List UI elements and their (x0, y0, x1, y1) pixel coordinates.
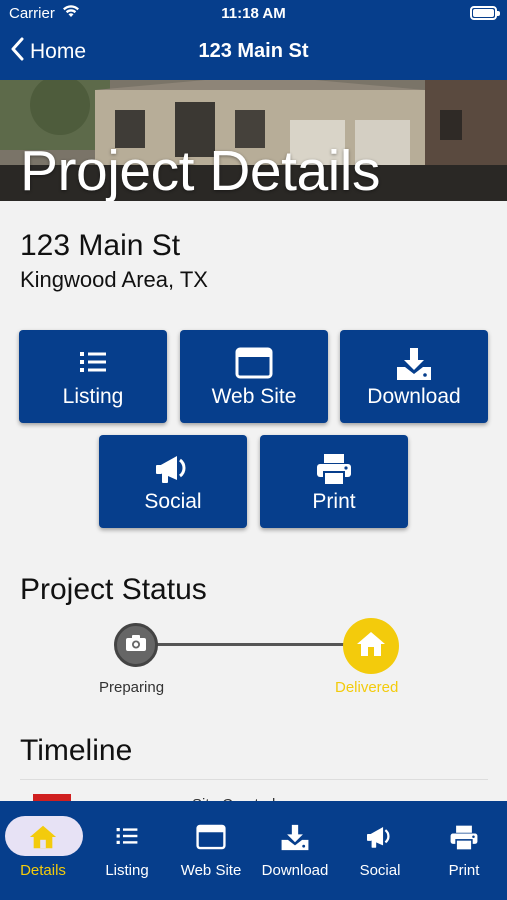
megaphone-icon (99, 452, 247, 486)
listing-label: Listing (62, 385, 124, 408)
megaphone-icon (338, 824, 422, 852)
tab-print-label: Print (448, 862, 480, 879)
download-icon (253, 824, 337, 852)
tab-listing[interactable]: Listing (85, 801, 169, 891)
web-site-label: Web Site (211, 385, 297, 408)
address-line-1: 123 Main St (20, 229, 181, 262)
tab-web-site[interactable]: Web Site (169, 801, 253, 891)
printer-icon (260, 452, 408, 486)
nav-title: 123 Main St (198, 40, 309, 62)
tab-download[interactable]: Download (253, 801, 337, 891)
list-icon (19, 347, 167, 381)
print-label: Print (312, 490, 356, 513)
social-button[interactable]: Social (99, 435, 247, 528)
tab-web-site-label: Web Site (180, 862, 242, 879)
status-track (136, 643, 372, 646)
status-label-delivered: Delivered (335, 679, 399, 696)
address-line-2: Kingwood Area, TX (20, 267, 208, 292)
battery-icon (470, 6, 500, 20)
tab-details-label: Details (20, 862, 66, 879)
camera-icon (125, 634, 147, 657)
tab-social[interactable]: Social (338, 801, 422, 891)
top-bar: Carrier 11:18 AM Home 123 Main St (0, 0, 507, 80)
project-status-title: Project Status (20, 573, 207, 606)
social-label: Social (144, 490, 202, 513)
home-icon (1, 824, 85, 852)
list-icon (85, 824, 169, 852)
browser-window-icon (180, 347, 328, 381)
hero-title: Project Details (20, 139, 380, 203)
status-bar: Carrier 11:18 AM (0, 0, 507, 28)
divider (20, 779, 488, 780)
download-button[interactable]: Download (340, 330, 488, 423)
navigation-bar: Home 123 Main St (0, 30, 507, 76)
download-label: Download (367, 385, 461, 408)
tab-bar: Details Listing Web Site Download Social… (0, 801, 507, 900)
tab-details[interactable]: Details (1, 801, 85, 891)
status-step-preparing (114, 623, 158, 667)
tab-download-label: Download (261, 862, 329, 879)
tab-social-label: Social (359, 862, 401, 879)
tab-print[interactable]: Print (422, 801, 506, 891)
status-step-delivered (343, 618, 399, 674)
timeline-title: Timeline (20, 734, 133, 767)
browser-window-icon (169, 824, 253, 852)
status-label-preparing: Preparing (99, 679, 165, 696)
download-icon (340, 347, 488, 381)
home-icon (356, 631, 386, 662)
tab-listing-label: Listing (105, 862, 149, 879)
web-site-button[interactable]: Web Site (180, 330, 328, 423)
print-button[interactable]: Print (260, 435, 408, 528)
printer-icon (422, 824, 506, 852)
listing-button[interactable]: Listing (19, 330, 167, 423)
clock: 11:18 AM (221, 5, 286, 22)
